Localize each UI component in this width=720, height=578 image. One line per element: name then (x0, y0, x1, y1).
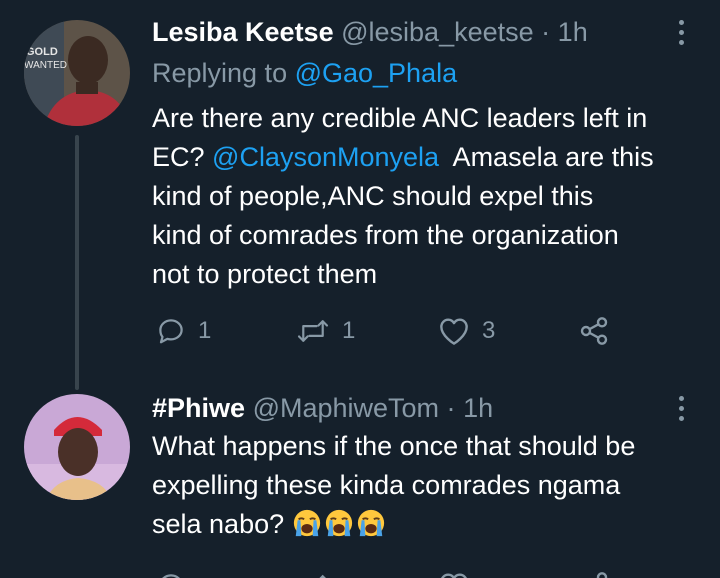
display-name[interactable]: Lesiba Keetse (152, 17, 334, 47)
share-icon (580, 317, 608, 345)
reply-count: 1 (198, 317, 212, 344)
retweet-count: 1 (342, 317, 356, 344)
tweet-phiwe[interactable]: #Phiwe @MaphiweTom · 1h What happens if … (0, 370, 720, 578)
user-handle[interactable]: @MaphiweTom (253, 393, 439, 423)
separator-dot: · (541, 17, 551, 47)
tweet-text-line: not to protect them (152, 259, 378, 289)
like-count: 3 (482, 317, 496, 344)
tweet-header: #Phiwe @MaphiweTom · 1h (152, 391, 493, 425)
mention-link[interactable]: @ClaysonMonyela (212, 142, 439, 172)
tweet-text-line: Are there any credible ANC leaders left … (152, 103, 648, 133)
loudly-crying-face-icon (325, 509, 352, 537)
reply-icon (159, 319, 183, 344)
tweet-text-segment: sela nabo? (152, 509, 285, 539)
retweet-icon (297, 320, 329, 342)
like-button[interactable] (438, 566, 470, 578)
tweet-text-line: What happens if the once that should be (152, 431, 636, 461)
tweet-text-line: expelling these kinda comrades ngama (152, 470, 621, 500)
retweet-button[interactable]: 1 (296, 311, 355, 351)
tweet-text-segment: Amasela are this (439, 142, 654, 172)
avatar-text-wanted: WANTED (24, 60, 67, 71)
share-icon (596, 572, 608, 578)
retweet-button[interactable] (296, 566, 330, 578)
share-button[interactable] (578, 311, 610, 351)
tweet-text-segment: EC? (152, 142, 213, 172)
avatar-text-gold: GOLD (26, 46, 58, 58)
replying-to: Replying to @Gao_Phala (152, 56, 457, 90)
tweet-text-line: sela nabo? (152, 505, 712, 544)
tweet-header: Lesiba Keetse @lesiba_keetse · 1h (152, 15, 588, 49)
avatar[interactable] (24, 394, 130, 500)
more-options-icon[interactable] (671, 12, 691, 52)
share-button[interactable] (578, 566, 610, 578)
more-options-icon[interactable] (671, 388, 691, 428)
tweet-lesiba-keetse[interactable]: GOLD WANTED Lesiba Keetse @lesiba_keetse… (0, 0, 720, 370)
replying-to-handle[interactable]: @Gao_Phala (295, 58, 458, 88)
loudly-crying-face-icon (293, 509, 320, 537)
reply-icon (162, 574, 180, 578)
reply-button[interactable] (156, 566, 186, 578)
tweet-actions (152, 566, 632, 578)
heart-icon (440, 318, 468, 345)
timestamp[interactable]: 1h (463, 393, 493, 423)
tweet-actions: 1 1 3 (152, 311, 632, 351)
tweet-text-line: kind of comrades from the organization (152, 220, 619, 250)
tweet-text: What happens if the once that should be … (152, 427, 712, 544)
heart-icon (441, 573, 467, 578)
replying-to-label: Replying to (152, 58, 295, 88)
tweet-text: Are there any credible ANC leaders left … (152, 99, 712, 294)
separator-dot: · (446, 393, 456, 423)
timestamp[interactable]: 1h (558, 17, 588, 47)
avatar[interactable]: GOLD WANTED (24, 20, 130, 126)
tweet-text-line: EC? @ClaysonMonyela Amasela are this (152, 138, 712, 177)
display-name[interactable]: #Phiwe (152, 393, 245, 423)
tweet-text-line: kind of people,ANC should expel this (152, 181, 594, 211)
retweet-icon (319, 574, 326, 578)
like-button[interactable]: 3 (438, 311, 495, 351)
user-handle[interactable]: @lesiba_keetse (341, 17, 534, 47)
reply-button[interactable]: 1 (156, 311, 211, 351)
loudly-crying-face-icon (357, 509, 384, 537)
